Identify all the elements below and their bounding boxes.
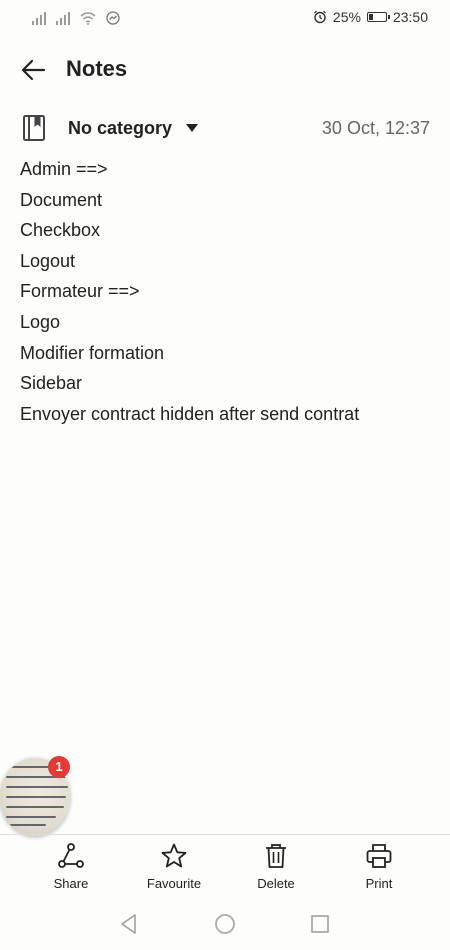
note-line: Admin ==> <box>20 159 108 179</box>
status-right: 25% 23:50 <box>313 9 428 25</box>
clock-time: 23:50 <box>392 9 428 25</box>
note-line: Sidebar <box>20 373 83 394</box>
battery-percent: 25% <box>332 9 361 25</box>
arrow-left-icon <box>21 59 46 81</box>
printer-icon <box>366 844 392 868</box>
note-line: Checkbox <box>20 220 101 241</box>
page-title: Notes <box>66 56 128 81</box>
note-line: Modifier formation <box>20 342 165 363</box>
note-line: Logo <box>20 311 61 332</box>
print-button[interactable]: Print <box>334 842 424 891</box>
note-line: Envoyer contract hidden after send contr… <box>20 403 360 424</box>
nav-back-icon[interactable] <box>117 912 141 936</box>
delete-button[interactable]: Delete <box>231 842 321 891</box>
caret-down-icon <box>186 124 199 132</box>
handwriting-stroke <box>6 824 46 826</box>
share-button[interactable]: Share <box>26 842 116 891</box>
note-date: 30 Oct, 12:37 <box>321 118 430 138</box>
favourite-label: Favourite <box>146 876 202 891</box>
share-icon <box>58 843 84 868</box>
notebook-icon <box>23 115 45 141</box>
share-label: Share <box>53 876 89 891</box>
messenger-icon <box>106 11 120 25</box>
star-icon <box>161 843 187 868</box>
wifi-icon <box>80 11 96 25</box>
app-header: Notes <box>0 50 450 90</box>
handwriting-stroke <box>6 786 68 788</box>
nav-home-icon[interactable] <box>213 912 237 936</box>
battery-icon <box>366 12 390 22</box>
status-left <box>32 11 120 25</box>
navigation-bar <box>0 906 450 942</box>
note-editor[interactable]: Admin ==> Document Checkbox Logout Formateur… <box>20 154 430 429</box>
toolbar-divider <box>0 834 450 835</box>
notification-badge: 1 <box>48 756 70 778</box>
note-line: Document <box>20 189 103 210</box>
note-line: Formateur ==> <box>20 281 140 302</box>
note-meta: No category 30 Oct, 12:37 <box>0 110 450 146</box>
note-line: Logout <box>20 250 76 271</box>
category-label: No category <box>68 117 173 138</box>
signal-icon <box>32 11 46 25</box>
favourite-button[interactable]: Favourite <box>129 842 219 891</box>
alarm-icon <box>313 10 326 24</box>
handwriting-stroke <box>6 796 66 798</box>
status-bar: 25% 23:50 <box>0 0 450 38</box>
category-dropdown[interactable]: No category <box>68 110 199 146</box>
handwriting-stroke <box>6 806 64 808</box>
print-label: Print <box>365 876 393 891</box>
handwriting-stroke <box>6 816 56 818</box>
trash-icon <box>266 844 286 868</box>
signal-icon <box>56 11 70 25</box>
bottom-toolbar: Share Favourite Delete Print <box>0 840 450 894</box>
back-button[interactable] <box>18 54 50 86</box>
nav-recents-icon[interactable] <box>308 912 332 936</box>
delete-label: Delete <box>257 876 295 891</box>
